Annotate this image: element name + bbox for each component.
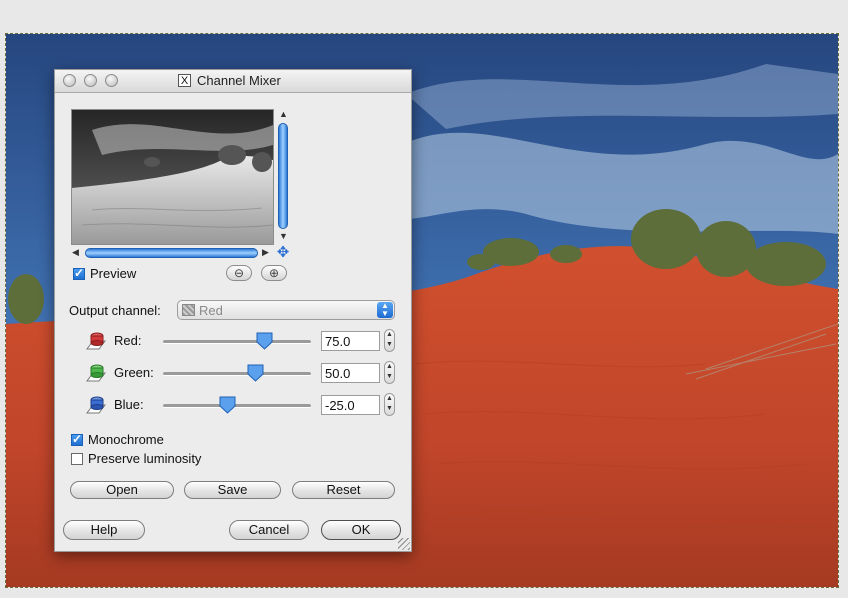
green-label: Green: <box>114 365 154 380</box>
monochrome-check-box[interactable] <box>71 432 83 446</box>
red-label: Red: <box>114 333 142 348</box>
preserve-luminosity-checkbox[interactable]: Preserve luminosity <box>71 451 201 466</box>
blue-channel-row: Blue: -25.0 ▲ ▼ <box>55 393 411 417</box>
close-window-button[interactable] <box>63 74 76 87</box>
channel-mixer-dialog: X Channel Mixer ▲ ▼ ◀ ▶ ✥ ✓ Preview ⊖ ⊕ … <box>54 69 412 552</box>
green-slider-knob[interactable] <box>247 364 264 382</box>
output-channel-value: Red <box>199 303 223 318</box>
preview-horizontal-scrollbar[interactable]: ◀ ▶ <box>71 246 272 260</box>
preview-area[interactable] <box>71 109 274 245</box>
window-title: Channel Mixer <box>197 73 281 88</box>
horizontal-scroll-thumb[interactable] <box>85 248 258 258</box>
output-channel-select[interactable]: Red ▲ ▼ <box>177 300 395 320</box>
blue-label: Blue: <box>114 397 144 412</box>
blue-slider-knob[interactable] <box>219 396 236 414</box>
minimize-window-button[interactable] <box>84 74 97 87</box>
preview-checkbox[interactable]: Preview <box>73 266 136 281</box>
green-value-input[interactable]: 50.0 <box>321 363 380 383</box>
move-icon[interactable]: ✥ <box>275 245 291 261</box>
zoom-window-button[interactable] <box>105 74 118 87</box>
preserve-luminosity-label: Preserve luminosity <box>88 451 202 466</box>
blue-spin-button[interactable]: ▲ ▼ <box>384 393 395 416</box>
title-bar[interactable]: X Channel Mixer <box>55 70 411 93</box>
preview-vertical-scrollbar[interactable]: ▲ ▼ <box>276 109 290 243</box>
red-slider[interactable] <box>163 332 311 350</box>
open-button[interactable]: Open <box>70 481 174 499</box>
blue-value-input[interactable]: -25.0 <box>321 395 380 415</box>
scroll-left-icon[interactable]: ◀ <box>72 247 79 258</box>
x11-icon: X <box>178 74 191 87</box>
green-channel-row: Green: 50.0 ▲ ▼ <box>55 361 411 385</box>
select-arrows-icon[interactable]: ▲ ▼ <box>377 302 393 318</box>
preview-image <box>72 110 273 244</box>
vertical-scroll-thumb[interactable] <box>278 123 288 229</box>
red-slider-knob[interactable] <box>256 332 273 350</box>
scroll-up-icon[interactable]: ▲ <box>279 109 288 119</box>
scroll-down-icon[interactable]: ▼ <box>279 231 288 241</box>
green-spin-button[interactable]: ▲ ▼ <box>384 361 395 384</box>
zoom-out-icon: ⊖ <box>233 266 245 280</box>
blue-channel-icon <box>86 396 106 414</box>
output-channel-label: Output channel: <box>69 303 161 318</box>
channel-swatch-icon <box>182 304 195 316</box>
blue-slider[interactable] <box>163 396 311 414</box>
zoom-in-icon: ⊕ <box>268 266 280 280</box>
preview-check-box[interactable] <box>73 266 85 280</box>
scroll-right-icon[interactable]: ▶ <box>262 247 269 258</box>
help-button[interactable]: Help <box>63 520 145 540</box>
zoom-out-button[interactable]: ⊖ <box>226 265 252 281</box>
zoom-in-button[interactable]: ⊕ <box>261 265 287 281</box>
ok-button[interactable]: OK <box>321 520 401 540</box>
red-channel-row: Red: 75.0 ▲ ▼ <box>55 329 411 353</box>
red-spin-button[interactable]: ▲ ▼ <box>384 329 395 352</box>
preview-label: Preview <box>90 266 137 281</box>
reset-button[interactable]: Reset <box>292 481 395 499</box>
save-button[interactable]: Save <box>184 481 281 499</box>
green-channel-icon <box>86 364 106 382</box>
monochrome-label: Monochrome <box>88 432 164 447</box>
green-slider[interactable] <box>163 364 311 382</box>
red-value-input[interactable]: 75.0 <box>321 331 380 351</box>
resize-grip-icon[interactable] <box>398 538 410 550</box>
preserve-luminosity-check-box[interactable] <box>71 452 83 465</box>
monochrome-checkbox[interactable]: Monochrome <box>71 432 164 447</box>
cancel-button[interactable]: Cancel <box>229 520 309 540</box>
red-channel-icon <box>86 332 106 350</box>
